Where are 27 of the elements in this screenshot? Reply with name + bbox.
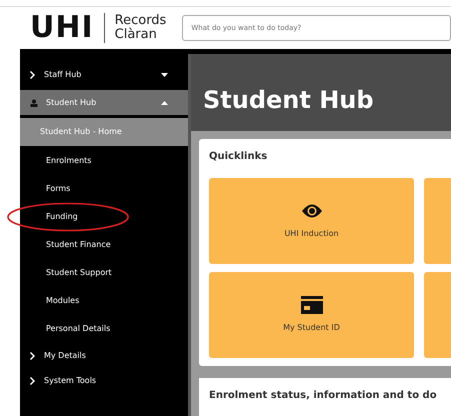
sidebar-item[interactable]: Funding <box>20 203 188 231</box>
caret-icon <box>161 72 168 76</box>
app-name-text: Clàran <box>114 28 158 42</box>
sidebar-item[interactable]: Enrolments <box>20 147 188 175</box>
page-title: Student Hub <box>202 85 375 116</box>
person-icon <box>30 98 38 106</box>
eye-icon <box>300 202 322 220</box>
sidebar-item[interactable]: Student Support <box>20 259 188 287</box>
id-card-icon <box>300 296 322 314</box>
sidebar-item[interactable]: Staff Hub <box>20 62 188 87</box>
sidebar-item[interactable]: System Tools <box>20 368 188 393</box>
sidebar-item[interactable]: Personal Details <box>20 315 188 343</box>
app-name-text: Records <box>114 14 166 28</box>
card-title: Quicklinks <box>209 150 268 164</box>
chevron-icon <box>30 70 36 78</box>
sidebar-item[interactable]: Forms <box>20 175 188 203</box>
sidebar-item[interactable]: Student Finance <box>20 231 188 259</box>
chevron-icon <box>30 376 36 384</box>
card-title: Enrolment status, information and to do <box>199 378 451 416</box>
chevron-icon <box>30 352 36 360</box>
sidebar-item[interactable]: Modules <box>20 287 188 315</box>
quicklink-tile[interactable]: My Student ID <box>209 272 414 358</box>
sidebar-item[interactable]: My Details <box>20 343 188 368</box>
caret-icon <box>161 100 168 104</box>
sidebar-item[interactable]: Student Hub <box>20 90 188 115</box>
logo: UHI <box>30 13 94 43</box>
quicklink-tile[interactable]: UHI Induction <box>209 178 414 264</box>
